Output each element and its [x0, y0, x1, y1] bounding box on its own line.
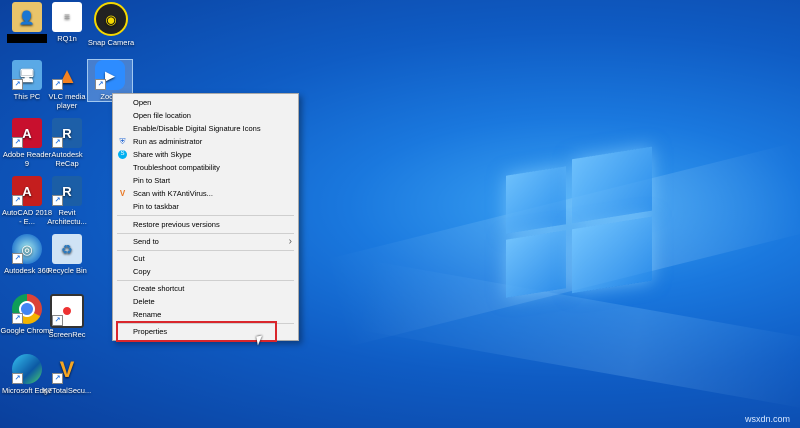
autocad-icon: A ↗	[12, 176, 42, 206]
computer-icon: 🖥 ↗	[12, 60, 42, 90]
desktop-icon-revit[interactable]: R ↗ Revit Architectu...	[40, 176, 94, 226]
menu-item-troubleshoot[interactable]: Troubleshoot compatibility	[113, 161, 298, 174]
menu-item-digital-signature[interactable]: Enable/Disable Digital Signature Icons	[113, 122, 298, 135]
menu-item-copy[interactable]: Copy	[113, 265, 298, 278]
menu-item-run-as-admin[interactable]: ⛨ Run as administrator	[113, 135, 298, 148]
context-menu: Open Open file location Enable/Disable D…	[112, 93, 299, 341]
recycle-bin-icon: ♻	[52, 234, 82, 264]
autodesk-360-icon: ◎ ↗	[12, 234, 42, 264]
k7-security-icon: V ↗	[52, 354, 82, 384]
menu-item-rename[interactable]: Rename	[113, 308, 298, 321]
menu-item-open[interactable]: Open	[113, 96, 298, 109]
properties-highlight-box	[116, 321, 277, 342]
desktop-icon-vlc[interactable]: ▲ ↗ VLC media player	[40, 60, 94, 110]
shield-icon: ⛨	[119, 137, 126, 146]
watermark: wsxdn.com	[744, 414, 790, 424]
user-folder-icon: 👤	[12, 2, 42, 32]
document-icon: ≡	[52, 2, 82, 32]
menu-item-share-skype[interactable]: S Share with Skype	[113, 148, 298, 161]
chevron-right-icon: ›	[288, 236, 292, 247]
windows-logo-wallpaper	[500, 137, 660, 312]
snap-camera-icon: ◉	[94, 2, 128, 36]
mouse-cursor-icon	[256, 335, 264, 346]
menu-separator	[117, 233, 294, 234]
menu-item-restore-versions[interactable]: Restore previous versions	[113, 218, 298, 231]
menu-item-create-shortcut[interactable]: Create shortcut	[113, 282, 298, 295]
skype-icon: S	[118, 150, 127, 159]
desktop-icon-screenrec[interactable]: ↗ ScreenRec	[40, 294, 94, 339]
menu-item-cut[interactable]: Cut	[113, 252, 298, 265]
menu-item-delete[interactable]: Delete	[113, 295, 298, 308]
menu-item-send-to[interactable]: Send to ›	[113, 235, 298, 248]
k7-icon: V	[119, 189, 126, 198]
autodesk-recap-icon: R ↗	[52, 118, 82, 148]
zoom-camera-icon: ▶ ↗	[95, 60, 125, 90]
desktop-icon-k7[interactable]: V ↗ K7TotalSecu...	[40, 354, 94, 395]
edge-icon: ↗	[12, 354, 42, 384]
menu-separator	[117, 280, 294, 281]
menu-item-pin-taskbar[interactable]: Pin to taskbar	[113, 200, 298, 213]
chrome-icon: ↗	[12, 294, 42, 324]
menu-separator	[117, 250, 294, 251]
menu-item-pin-start[interactable]: Pin to Start	[113, 174, 298, 187]
revit-icon: R ↗	[52, 176, 82, 206]
menu-item-open-file-location[interactable]: Open file location	[113, 109, 298, 122]
vlc-cone-icon: ▲ ↗	[52, 60, 82, 90]
adobe-reader-icon: A ↗	[12, 118, 42, 148]
desktop-icon-autodesk-recap[interactable]: R ↗ Autodesk ReCap	[40, 118, 94, 168]
desktop-icon-snap-camera[interactable]: ◉ Snap Camera	[84, 2, 138, 47]
screenrec-icon: ↗	[50, 294, 84, 328]
menu-item-scan-k7[interactable]: V Scan with K7AntiVirus...	[113, 187, 298, 200]
desktop-icon-recycle-bin[interactable]: ♻ Recycle Bin	[40, 234, 94, 275]
menu-separator	[117, 215, 294, 216]
